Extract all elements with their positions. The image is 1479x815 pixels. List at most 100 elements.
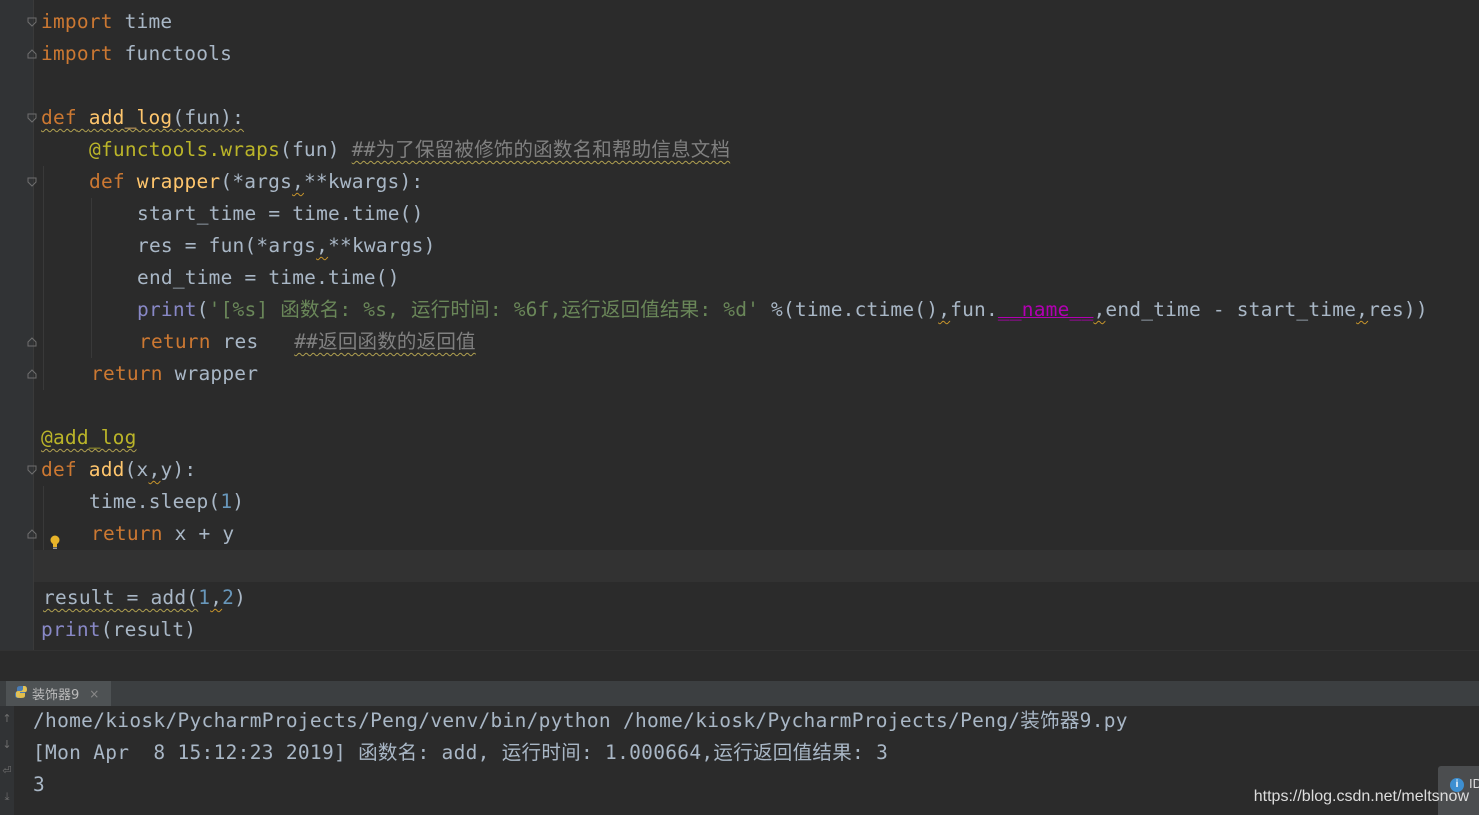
indent-guide [43, 486, 44, 550]
run-tab-label: 装饰器9 [32, 688, 80, 703]
statement: time.sleep( [89, 490, 221, 513]
console-line: 3 [33, 773, 46, 796]
comma-warning: , [210, 586, 223, 609]
run-tab-bar: 装饰器9 × [0, 681, 1479, 707]
code-line-20[interactable]: print(result) [41, 614, 196, 646]
console-line: [Mon Apr 8 15:12:23 2019] 函数名: add, 运行时间… [33, 741, 889, 764]
code-line-14[interactable]: @add_log [41, 422, 137, 454]
watermark: https://blog.csdn.net/meltsnow [1253, 788, 1469, 805]
comma-warning: , [1093, 298, 1106, 321]
statement: end_time = time.time() [137, 266, 400, 289]
decorator: @functools.wraps [89, 138, 281, 161]
builtin: print [41, 618, 101, 641]
code-line-6[interactable]: def wrapper(*args,**kwargs): [89, 166, 423, 198]
expression: x + y [162, 522, 235, 545]
number-literal: 2 [222, 586, 235, 609]
code-line-16[interactable]: time.sleep(1) [89, 486, 244, 518]
comma-warning: , [938, 298, 951, 321]
keyword: return [91, 362, 163, 385]
soft-wrap-icon[interactable]: ⏎ [0, 762, 14, 780]
function-name: wrapper [136, 170, 221, 193]
params: (*args [220, 170, 293, 193]
keyword: return [139, 330, 211, 353]
current-line-highlight [34, 550, 1479, 582]
comma-warning: , [148, 458, 161, 481]
params: (x [124, 458, 149, 481]
fold-end-icon[interactable] [27, 369, 37, 379]
python-icon [14, 685, 28, 703]
comma-warning: , [292, 170, 304, 193]
identifier: wrapper [162, 362, 259, 385]
statement: ) [234, 586, 247, 609]
number-literal: 1 [198, 586, 211, 609]
lightbulb-icon[interactable] [48, 534, 62, 554]
statement: ) [232, 490, 245, 513]
code-line-11[interactable]: return res ##返回函数的返回值 [139, 326, 476, 358]
function-name: add_log [88, 106, 173, 129]
scroll-down-icon[interactable]: ↓ [0, 736, 14, 754]
console-line: /home/kiosk/PycharmProjects/Peng/venv/bi… [33, 709, 1128, 732]
number-literal: 1 [220, 490, 233, 513]
code-line-5[interactable]: @functools.wraps(fun) ##为了保留被修饰的函数名和帮助信息… [89, 134, 730, 166]
fold-icon[interactable] [27, 465, 37, 475]
comment: ##返回函数的返回值 [294, 330, 476, 353]
code-line-9[interactable]: end_time = time.time() [137, 262, 400, 294]
identifier: res [210, 330, 295, 353]
identifier: functools [124, 42, 233, 65]
scroll-up-icon[interactable]: ↑ [0, 710, 14, 728]
keyword: def [89, 170, 125, 193]
statement: result = add( [43, 586, 199, 609]
fold-end-icon[interactable] [27, 337, 37, 347]
function-name: add [88, 458, 125, 481]
identifier: time [124, 10, 173, 33]
comma-warning: , [316, 234, 329, 257]
code-editor[interactable]: import time import functools def add_log… [0, 0, 1479, 650]
keyword: return [91, 522, 163, 545]
keyword: def [41, 458, 77, 481]
close-icon[interactable]: × [89, 687, 99, 701]
paren: ( [196, 298, 209, 321]
expression: res)) [1368, 298, 1428, 321]
indent-guide [91, 198, 92, 358]
code-line-12[interactable]: return wrapper [91, 358, 258, 390]
builtin: print [137, 298, 197, 321]
expression: fun. [950, 298, 998, 321]
code-line-15[interactable]: def add(x,y): [41, 454, 196, 486]
code-line-4[interactable]: def add_log(fun): [41, 102, 244, 134]
expression: end_time - start_time [1105, 298, 1357, 321]
expression: %(time.ctime() [759, 298, 939, 321]
event-log-label: ID [1469, 776, 1479, 791]
keyword: import [41, 10, 113, 33]
code-line-8[interactable]: res = fun(*args,**kwargs) [137, 230, 436, 262]
params: (fun): [172, 106, 245, 129]
fold-icon[interactable] [27, 17, 37, 27]
statement: **kwargs) [328, 234, 436, 257]
console-toolbar: ↑ ↓ ⏎ ⤓ [0, 706, 14, 815]
scroll-to-end-icon[interactable]: ⤓ [0, 788, 14, 806]
statement: (result) [100, 618, 197, 641]
comma-warning: , [1356, 298, 1369, 321]
args: (fun) [280, 138, 352, 161]
fold-end-icon[interactable] [27, 529, 37, 539]
keyword: def [41, 106, 77, 129]
code-line-1[interactable]: import time [41, 6, 172, 38]
code-line-10[interactable]: print('[%s] 函数名: %s, 运行时间: %6f,运行返回值结果: … [137, 294, 1428, 326]
params: **kwargs): [303, 170, 424, 193]
code-line-17[interactable]: return x + y [91, 518, 234, 550]
code-line-19[interactable]: result = add(1,2) [43, 582, 246, 614]
fold-end-icon[interactable] [27, 49, 37, 59]
indent-guide [43, 166, 44, 390]
panel-splitter[interactable] [0, 650, 1479, 682]
fold-icon[interactable] [27, 113, 37, 123]
string-literal: '[%s] 函数名: %s, 运行时间: %6f,运行返回值结果: %d' [208, 298, 760, 321]
statement: res = fun(*args [137, 234, 317, 257]
code-line-7[interactable]: start_time = time.time() [137, 198, 424, 230]
editor-gutter[interactable] [0, 0, 34, 650]
code-line-2[interactable]: import functools [41, 38, 232, 70]
keyword: import [41, 42, 113, 65]
decorator: @add_log [41, 426, 137, 449]
run-tab[interactable]: 装饰器9 × [6, 681, 112, 706]
params: y): [160, 458, 197, 481]
fold-icon[interactable] [27, 177, 37, 187]
magic-attribute: __name__ [997, 298, 1094, 321]
